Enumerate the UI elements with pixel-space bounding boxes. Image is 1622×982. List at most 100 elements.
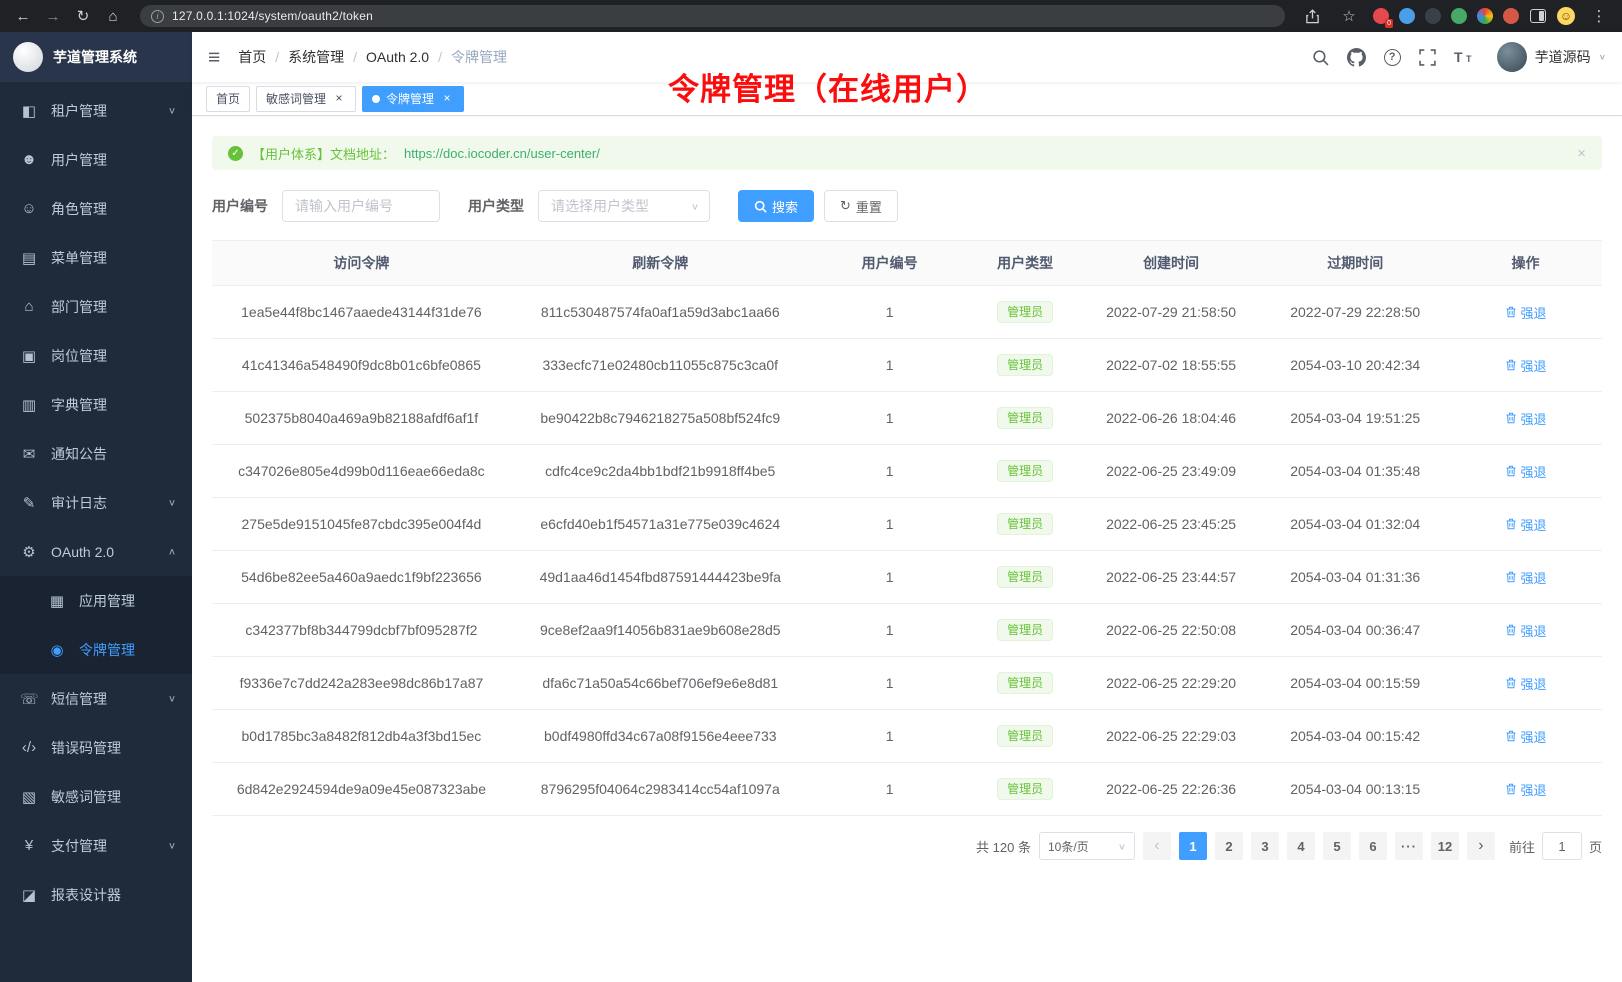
table-row: 41c41346a548490f9dc8b01c6bfe0865 333ecfc… (212, 339, 1602, 392)
breadcrumb-item[interactable]: 首页 (238, 47, 266, 67)
extension-icon[interactable] (1477, 8, 1493, 24)
page-button[interactable]: 3 (1251, 832, 1279, 860)
page-button[interactable]: 4 (1287, 832, 1315, 860)
page-size-select[interactable]: 10条/页 ∨ (1039, 832, 1135, 860)
extension-icon[interactable] (1503, 8, 1519, 24)
sidebar-toggle-icon[interactable]: ≡ (208, 47, 220, 68)
tab[interactable]: 令牌管理 × (362, 86, 464, 112)
site-info-icon[interactable]: i (151, 10, 164, 23)
user-type-tag: 管理员 (997, 301, 1053, 323)
force-logout-button[interactable]: 强退 (1505, 303, 1547, 322)
sidebar-item[interactable]: ◪ 报表设计器 (0, 870, 192, 919)
page-button[interactable]: 1 (1179, 832, 1207, 860)
user-id-input[interactable] (282, 190, 440, 222)
close-icon[interactable]: × (440, 92, 454, 106)
fullscreen-icon[interactable] (1419, 49, 1436, 66)
sidebar-item[interactable]: ▣ 岗位管理 (0, 331, 192, 380)
next-page-button[interactable]: › (1467, 832, 1495, 860)
tab[interactable]: 敏感词管理 × (256, 86, 356, 112)
sidebar-item[interactable]: ▦ 应用管理 (0, 576, 192, 625)
reset-button[interactable]: ↻ 重置 (824, 190, 898, 222)
sidebar-item[interactable]: ⚙ OAuth 2.0 ∧ (0, 527, 192, 576)
sidebar-item[interactable]: ‹/› 错误码管理 (0, 723, 192, 772)
alert-close-icon[interactable]: × (1577, 145, 1586, 162)
app-logo-row[interactable]: 芋道管理系统 (0, 32, 192, 82)
force-logout-button[interactable]: 强退 (1505, 409, 1547, 428)
force-logout-button[interactable]: 强退 (1505, 780, 1547, 799)
sidebar-item[interactable]: ⌂ 部门管理 (0, 282, 192, 331)
user-type-tag: 管理员 (997, 619, 1053, 641)
font-size-icon[interactable]: TT (1454, 49, 1475, 65)
search-button[interactable]: 搜索 (738, 190, 814, 222)
sidebar-item[interactable]: ✎ 审计日志 ∨ (0, 478, 192, 527)
force-logout-button[interactable]: 强退 (1505, 356, 1547, 375)
sidebar: 芋道管理系统 ◧ 租户管理 ∨ ☻ 用户管理 (0, 32, 192, 982)
goto-page: 前往 页 (1509, 832, 1602, 860)
docs-question-icon[interactable]: ? (1384, 49, 1401, 66)
sidebar-item[interactable]: ◧ 租户管理 ∨ (0, 86, 192, 135)
sidebar-item[interactable]: ▧ 敏感词管理 (0, 772, 192, 821)
force-logout-button[interactable]: 强退 (1505, 727, 1547, 746)
share-icon[interactable] (1299, 9, 1325, 24)
force-logout-button[interactable]: 强退 (1505, 462, 1547, 481)
sidebar-item[interactable]: ☺ 角色管理 (0, 184, 192, 233)
user-id-cell: 1 (810, 498, 970, 551)
user-menu[interactable]: 芋道源码 ∨ (1497, 42, 1606, 72)
extension-icon[interactable] (1451, 8, 1467, 24)
action-cell: 强退 (1449, 657, 1602, 710)
tab[interactable]: 首页 (206, 86, 250, 112)
prev-page-button[interactable]: ‹ (1143, 832, 1171, 860)
table-row: 275e5de9151045fe87cbdc395e004f4d e6cfd40… (212, 498, 1602, 551)
app-icon: ▦ (48, 592, 66, 610)
reload-icon[interactable]: ↻ (70, 7, 96, 25)
force-logout-button[interactable]: 强退 (1505, 515, 1547, 534)
goto-page-input[interactable] (1542, 832, 1582, 860)
user-type-select[interactable]: 请选择用户类型 ∨ (538, 190, 710, 222)
extension-icon[interactable] (1399, 8, 1415, 24)
create-time-cell: 2022-06-25 22:26:36 (1081, 763, 1262, 816)
sidebar-item[interactable]: ✉ 通知公告 (0, 429, 192, 478)
page-button[interactable]: 5 (1323, 832, 1351, 860)
breadcrumb-item[interactable]: 令牌管理 (429, 47, 507, 67)
sidebar-item[interactable]: ▤ 菜单管理 (0, 233, 192, 282)
back-icon[interactable]: ← (10, 8, 36, 25)
page-button[interactable]: ··· (1395, 832, 1423, 860)
page-button[interactable]: 6 (1359, 832, 1387, 860)
browser-profile-avatar[interactable]: ☺ (1557, 7, 1575, 25)
column-header: 操作 (1449, 241, 1602, 286)
table-row: c347026e805e4d99b0d116eae66eda8c cdfc4ce… (212, 445, 1602, 498)
svg-text:T: T (1466, 54, 1472, 64)
bookmark-star-icon[interactable]: ☆ (1336, 7, 1362, 25)
breadcrumb-item[interactable]: OAuth 2.0 (344, 49, 429, 65)
sidebar-item[interactable]: ▥ 字典管理 (0, 380, 192, 429)
alert-link[interactable]: https://doc.iocoder.cn/user-center/ (404, 146, 600, 161)
force-logout-button[interactable]: 强退 (1505, 621, 1547, 640)
sidebar-item[interactable]: ◉ 令牌管理 (0, 625, 192, 674)
browser-chrome: ← → ↻ ⌂ i 127.0.0.1:1024/system/oauth2/t… (0, 0, 1622, 32)
column-header: 用户类型 (970, 241, 1081, 286)
force-logout-button[interactable]: 强退 (1505, 568, 1547, 587)
browser-menu-icon[interactable]: ⋮ (1586, 7, 1612, 25)
sidebar-item-label: 用户管理 (51, 150, 107, 170)
page-button[interactable]: 12 (1431, 832, 1459, 860)
breadcrumb-item[interactable]: 系统管理 (266, 47, 344, 67)
caret-down-icon: ∨ (1118, 841, 1126, 851)
address-bar[interactable]: i 127.0.0.1:1024/system/oauth2/token (140, 5, 1285, 27)
force-logout-button[interactable]: 强退 (1505, 674, 1547, 693)
sidebar-item[interactable]: ☻ 用户管理 (0, 135, 192, 184)
column-header: 访问令牌 (212, 241, 511, 286)
extension-icon[interactable]: 0 (1373, 8, 1389, 24)
sidebar-item[interactable]: ¥ 支付管理 ∨ (0, 821, 192, 870)
github-icon[interactable] (1347, 48, 1366, 67)
audit-icon: ✎ (20, 494, 38, 512)
close-icon[interactable]: × (332, 92, 346, 106)
forward-icon[interactable]: → (40, 8, 66, 25)
home-icon[interactable]: ⌂ (100, 8, 126, 25)
side-panel-icon[interactable] (1530, 9, 1546, 23)
search-icon[interactable] (1312, 49, 1329, 66)
page-button[interactable]: 2 (1215, 832, 1243, 860)
sidebar-item[interactable]: ☏ 短信管理 ∨ (0, 674, 192, 723)
extension-icon[interactable] (1425, 8, 1441, 24)
sidebar-item-label: 短信管理 (51, 689, 107, 709)
delete-icon (1505, 783, 1517, 795)
